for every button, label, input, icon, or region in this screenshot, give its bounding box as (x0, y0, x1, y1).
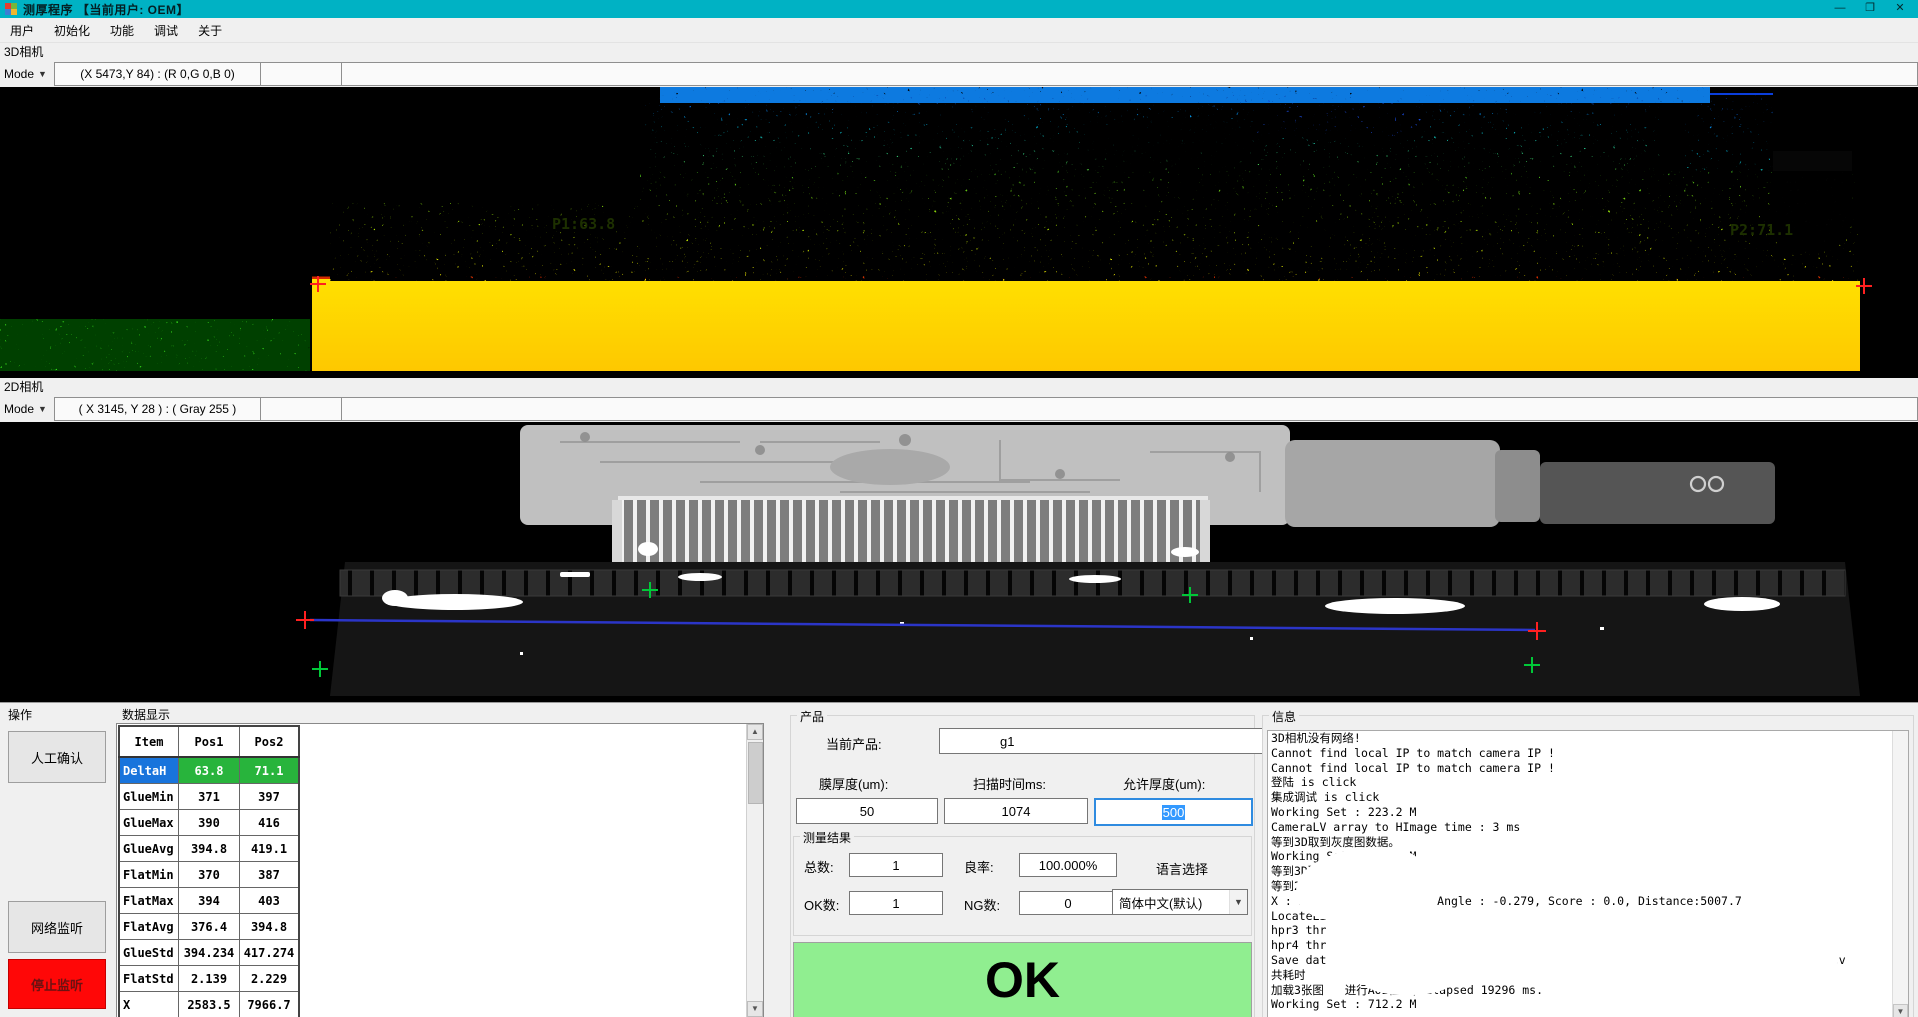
log-scrollbar[interactable]: ▼ (1892, 731, 1908, 1017)
camera3d-status-cell-2 (261, 62, 342, 86)
scan-time-label: 扫描时间ms: (973, 774, 1046, 793)
stop-listen-button[interactable]: 停止监听 (8, 959, 106, 1009)
menu-item[interactable]: 用户 (0, 19, 44, 42)
table-row[interactable]: DeltaH63.871.1 (119, 757, 299, 784)
maximize-button[interactable]: ❐ (1856, 1, 1884, 17)
scrollbar-thumb[interactable] (748, 742, 763, 804)
network-listen-button[interactable]: 网络监听 (8, 901, 106, 953)
menu-item[interactable]: 初始化 (44, 19, 100, 42)
menu-item[interactable]: 调试 (144, 19, 188, 42)
table-row[interactable]: GlueStd394.234417.274 (119, 940, 299, 966)
table-row[interactable]: GlueMax390416 (119, 810, 299, 836)
info-groupbox: 信息 3D相机没有网络!Cannot find local IP to matc… (1262, 715, 1914, 1017)
log-line: 登陆 is click (1268, 775, 1908, 790)
camera2d-mode-button[interactable]: Mode ▼ (0, 396, 54, 422)
yield-label: 良率: (964, 857, 994, 876)
ok-count-input[interactable]: 1 (849, 891, 943, 915)
log-line: Cannot find local IP to match camera IP … (1268, 746, 1908, 761)
allowed-thickness-label: 允许厚度(um): (1123, 774, 1205, 793)
log-output[interactable]: 3D相机没有网络!Cannot find local IP to match c… (1267, 730, 1909, 1017)
grayscale-2d-view[interactable] (0, 422, 1918, 702)
app-window: 测厚程序 【当前用户: OEM】 — ❐ ✕ 用户初始化功能调试关于 3D相机 … (0, 0, 1918, 1017)
table-row[interactable]: X2583.57966.7 (119, 992, 299, 1017)
language-select-label: 语言选择 (1156, 859, 1208, 878)
product-label: 产品 (797, 708, 827, 725)
total-count-input[interactable]: 1 (849, 853, 943, 877)
camera2d-pixel-status: ( X 3145, Y 28 ) : ( Gray 255 ) (54, 397, 261, 421)
table-row[interactable]: FlatMax394403 (119, 888, 299, 914)
product-groupbox: 产品 当前产品: g1 膜厚度(um): 扫描时间ms: 允许厚度(um): 5… (790, 715, 1255, 1017)
scroll-up-icon[interactable]: ▲ (747, 724, 763, 740)
heightmap-3d-image (0, 87, 1918, 378)
title-bar: 测厚程序 【当前用户: OEM】 — ❐ ✕ (0, 0, 1918, 18)
menu-item[interactable]: 关于 (188, 19, 232, 42)
manual-confirm-button[interactable]: 人工确认 (8, 731, 106, 783)
results-label: 测量结果 (800, 829, 854, 846)
camera3d-label: 3D相机 (0, 43, 1918, 61)
table-row[interactable]: FlatStd2.1392.229 (119, 966, 299, 992)
redaction-blob (1363, 963, 1453, 995)
scan-time-input[interactable]: 1074 (944, 798, 1088, 824)
camera3d-mode-button[interactable]: Mode ▼ (0, 61, 54, 87)
close-button[interactable]: ✕ (1886, 1, 1914, 17)
camera2d-toolbar: Mode ▼ ( X 3145, Y 28 ) : ( Gray 255 ) (0, 396, 1918, 422)
camera3d-status-cell-3 (342, 62, 1918, 86)
info-label: 信息 (1269, 708, 1299, 725)
app-icon (4, 2, 18, 16)
log-line: Cannot find local IP to match camera IP … (1268, 761, 1908, 776)
total-count-label: 总数: (804, 857, 834, 876)
data-display-panel: Item Pos1 Pos2 DeltaH63.871.1 GlueMin371… (116, 723, 764, 1017)
grayscale-2d-image (0, 422, 1918, 702)
current-product-label: 当前产品: (826, 734, 882, 753)
scroll-down-icon[interactable]: ▼ (1893, 1004, 1908, 1017)
ok-count-label: OK数: (804, 895, 839, 914)
ng-count-input[interactable]: 0 (1019, 891, 1117, 915)
camera2d-status-cell-3 (342, 397, 1918, 421)
table-scrollbar[interactable]: ▲ ▼ (746, 724, 763, 1017)
menu-item[interactable]: 功能 (100, 19, 144, 42)
result-status-indicator: OK (793, 942, 1252, 1017)
table-row[interactable]: GlueAvg394.8419.1 (119, 836, 299, 862)
camera3d-pixel-status: (X 5473,Y 84) : (R 0,G 0,B 0) (54, 62, 261, 86)
window-title: 测厚程序 【当前用户: OEM】 (23, 1, 189, 18)
film-thickness-label: 膜厚度(um): (819, 774, 888, 793)
redaction-blob (1518, 953, 1838, 967)
data-display-label: 数据显示 (120, 706, 172, 723)
measurement-table: Item Pos1 Pos2 DeltaH63.871.1 GlueMin371… (118, 725, 300, 1017)
current-product-input[interactable]: g1 (939, 728, 1309, 754)
col-header-item[interactable]: Item (119, 726, 179, 757)
log-line: Working Set : 223.2 M (1268, 805, 1908, 820)
camera3d-toolbar: Mode ▼ (X 5473,Y 84) : (R 0,G 0,B 0) (0, 61, 1918, 87)
camera2d-status-cell-2 (261, 397, 342, 421)
language-dropdown[interactable]: 简体中文(默认) ▼ (1112, 889, 1248, 915)
operations-label: 操作 (6, 706, 34, 723)
p2-measurement-annotation: P2:71.1 (1730, 221, 1793, 239)
camera2d-label: 2D相机 (0, 378, 1918, 396)
p1-measurement-annotation: P1:63.8 (552, 215, 615, 233)
heightmap-3d-view[interactable]: P1:63.8 P2:71.1 (0, 87, 1918, 378)
minimize-button[interactable]: — (1826, 1, 1854, 17)
results-groupbox: 测量结果 总数: 1 良率: 100.000% 语言选择 OK数: 1 NG数:… (793, 836, 1252, 936)
ng-count-label: NG数: (964, 895, 1000, 914)
log-line: 3D相机没有网络! (1268, 731, 1908, 746)
chevron-down-icon: ▼ (1229, 890, 1247, 914)
table-header-row: Item Pos1 Pos2 (119, 726, 299, 757)
allowed-thickness-input[interactable]: 500 (1094, 798, 1253, 826)
scroll-down-icon[interactable]: ▼ (747, 1001, 763, 1017)
col-header-pos2[interactable]: Pos2 (240, 726, 300, 757)
log-line: CameraLV array to HImage time : 3 ms (1268, 820, 1908, 835)
table-row[interactable]: FlatMin370387 (119, 862, 299, 888)
bottom-panel: 操作 人工确认 网络监听 停止监听 数据显示 Item Pos1 Pos2 (0, 702, 1918, 1017)
table-row[interactable]: GlueMin371397 (119, 784, 299, 810)
chevron-down-icon: ▼ (38, 404, 47, 414)
menu-bar: 用户初始化功能调试关于 (0, 18, 1918, 43)
table-row[interactable]: FlatAvg376.4394.8 (119, 914, 299, 940)
chevron-down-icon: ▼ (38, 69, 47, 79)
log-line: 集成调试 is click (1268, 790, 1908, 805)
col-header-pos1[interactable]: Pos1 (179, 726, 240, 757)
yield-input[interactable]: 100.000% (1019, 853, 1117, 877)
film-thickness-input[interactable]: 50 (796, 798, 938, 824)
log-line: Working Set : 712.2 M (1268, 997, 1908, 1012)
